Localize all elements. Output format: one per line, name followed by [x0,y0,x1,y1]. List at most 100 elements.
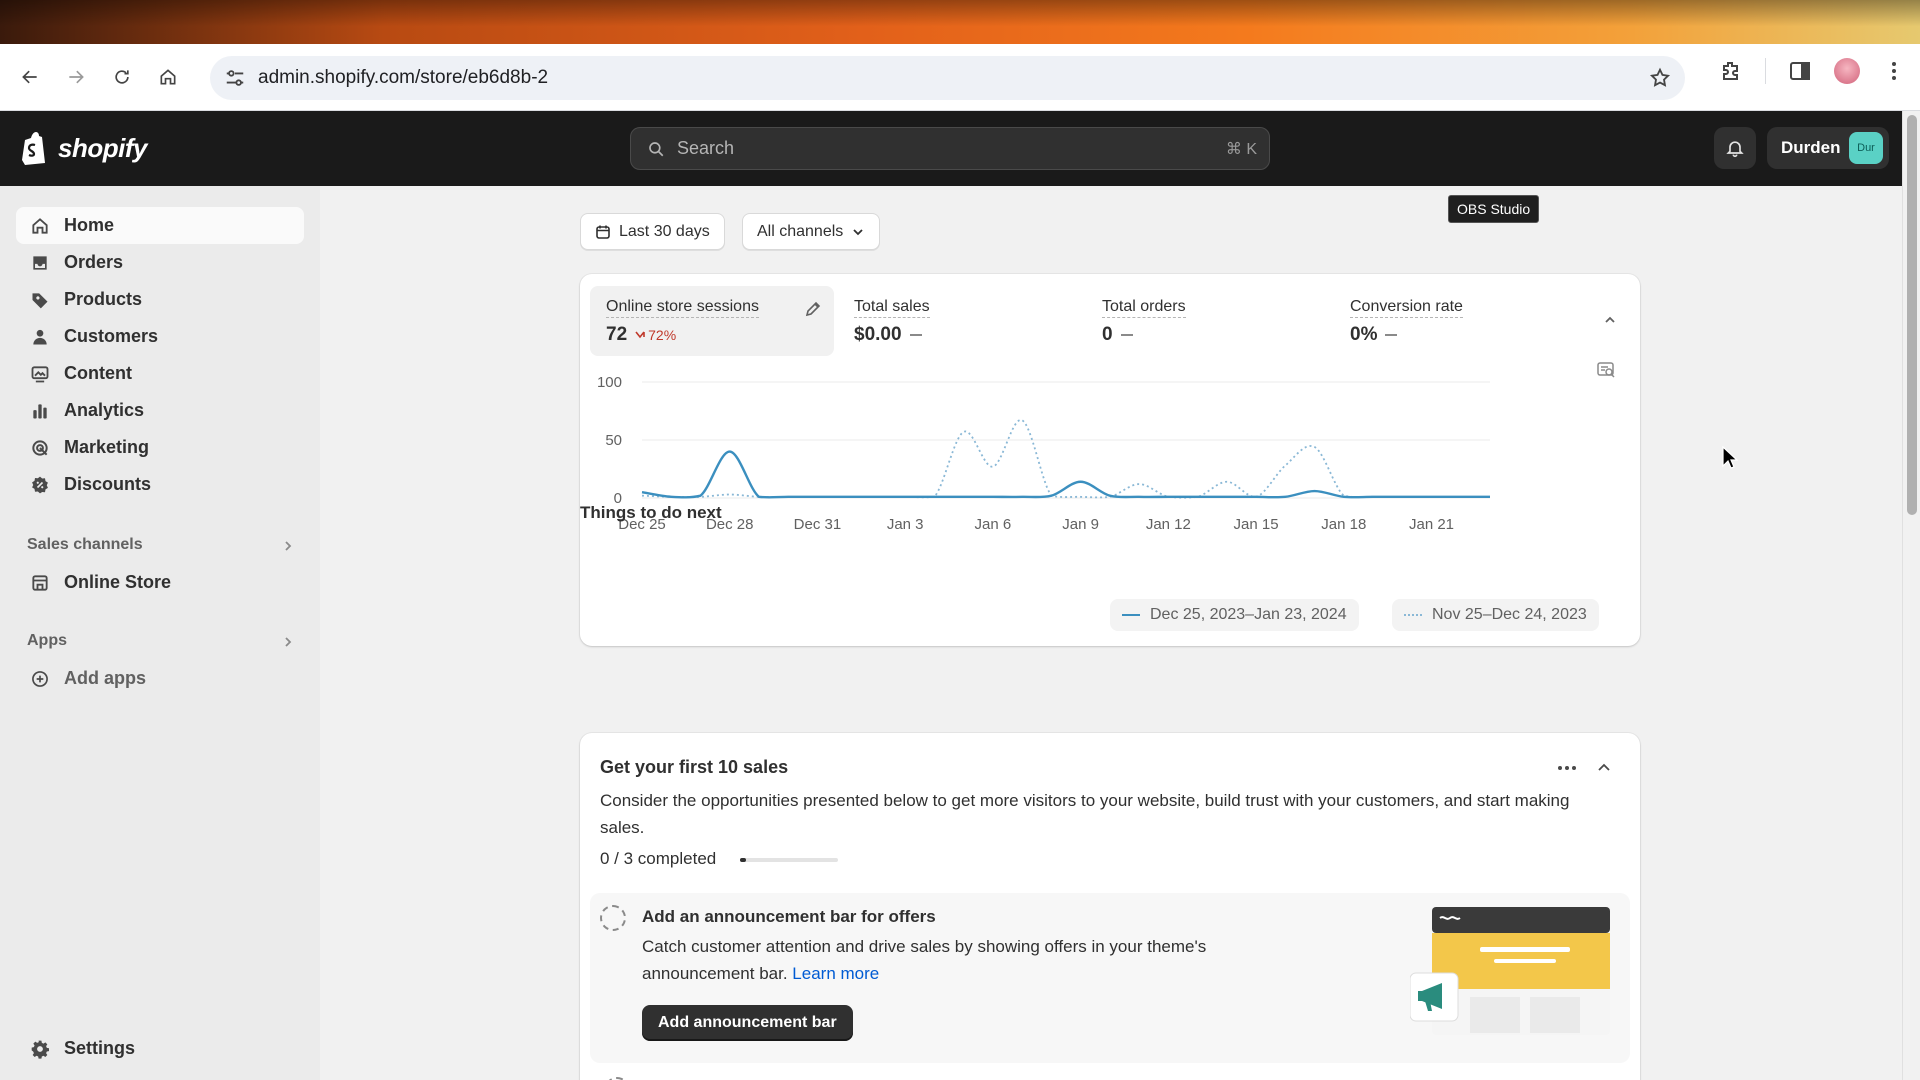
series-current-line [641,450,1490,499]
profile-avatar[interactable] [1834,58,1860,84]
plus-circle-icon [32,670,48,687]
sidebar-item-label: Products [64,289,143,309]
address-bar[interactable]: admin.shopify.com/store/eb6d8b-2 [210,56,1685,100]
sidebar-item-orders[interactable]: Orders [16,244,304,281]
x-tick-label: Jan 18 [1321,516,1366,533]
user-menu-button[interactable]: Durden Dur [1767,127,1889,169]
legend-label: Dec 25, 2023–Jan 23, 2024 [1150,606,1347,623]
trend-down-icon [635,331,645,339]
bar-chart-icon [33,403,47,418]
things-to-do-heading: Things to do next [580,503,722,522]
user-name: Durden [1781,138,1841,157]
kebab-menu-icon[interactable] [1882,59,1906,83]
add-announcement-bar-button[interactable]: Add announcement bar [642,1005,853,1041]
user-avatar: Dur [1849,132,1883,164]
forward-button[interactable] [58,59,94,95]
metric-value: 0% [1350,324,1378,345]
more-horizontal-icon[interactable] [1556,759,1578,777]
sidebar-item-settings[interactable]: Settings [16,1030,304,1067]
chevron-right-icon[interactable] [282,636,294,648]
home-button[interactable] [150,59,186,95]
x-tick-label: Jan 3 [887,516,924,533]
x-tick-label: Jan 9 [1062,516,1099,533]
chevron-up-icon[interactable] [1602,312,1618,328]
sidebar-item-products[interactable]: Products [16,281,304,318]
metric-online-store-sessions[interactable]: Online store sessions 72 72% [590,286,834,356]
task-desc-text: Catch customer attention and drive sales… [642,937,1207,983]
tag-icon [32,292,48,308]
sidebar-item-label: Marketing [64,437,150,457]
legend-previous-period[interactable]: Nov 25–Dec 24, 2023 [1392,599,1599,631]
announcement-illustration [1410,907,1610,1035]
task-status-circle[interactable] [600,905,626,931]
sidebar-item-label: Orders [64,252,124,272]
x-tick-label: Jan 15 [1234,516,1279,533]
metric-value: $0.00 [854,324,902,345]
bookmark-star-icon[interactable] [1649,67,1671,89]
url-text[interactable]: admin.shopify.com/store/eb6d8b-2 [258,67,548,89]
reload-button[interactable] [104,59,140,95]
channels-dropdown[interactable]: All channels [742,213,881,250]
progress-fill [740,858,746,862]
sidebar-item-customers[interactable]: Customers [16,318,304,355]
admin-sidebar: Home Orders Products Customers Content A… [0,186,320,1080]
notifications-button[interactable] [1714,127,1756,169]
y-tick-label: 50 [605,432,622,449]
extensions-puzzle-icon[interactable] [1719,59,1743,83]
date-range-button[interactable]: Last 30 days [580,213,725,250]
edit-pencil-icon[interactable] [804,300,822,318]
search-placeholder: Search [677,138,735,158]
task-title: Add an announcement bar for offers [642,907,936,926]
toolbar-divider [1765,58,1766,84]
gear-icon [31,1040,49,1059]
task-description: Catch customer attention and drive sales… [642,933,1262,987]
chevron-right-icon[interactable] [282,540,294,552]
browser-actions [1719,58,1906,84]
legend-label: Nov 25–Dec 24, 2023 [1432,606,1587,623]
no-change-dash [909,334,922,336]
back-button[interactable] [12,59,48,95]
site-settings-icon[interactable] [224,67,246,89]
reload-icon [115,70,129,84]
metric-conversion-rate[interactable]: Conversion rate 0% [1334,286,1574,356]
chevron-up-icon[interactable] [1596,759,1612,777]
page-scrollbar[interactable] [1902,111,1920,1080]
sessions-card: Online store sessions 72 72% Total sales… [580,274,1640,646]
sidebar-item-add-apps[interactable]: Add apps [16,660,304,697]
desktop-wallpaper [0,0,1920,44]
sidebar-item-label: Add apps [64,668,147,688]
arrow-left-icon [22,70,37,84]
search-input[interactable]: Search ⌘ K [630,127,1270,170]
bell-icon [1726,141,1744,158]
metric-label: Online store sessions [606,298,759,318]
scrollbar-thumb[interactable] [1907,115,1917,515]
sales-channels-heading[interactable]: Sales channels [27,536,143,554]
legend-dotted-swatch [1404,614,1422,616]
metric-total-sales[interactable]: Total sales $0.00 [838,286,1078,356]
image-icon [31,365,49,382]
sidebar-item-discounts[interactable]: Discounts [16,466,304,503]
x-tick-label: Jan 21 [1409,516,1454,533]
series-previous-line [641,419,1490,499]
shopping-bag-icon [22,132,45,165]
calendar-icon [596,225,610,239]
sidebar-item-home[interactable]: Home [16,207,304,244]
sidebar-item-label: Settings [64,1038,136,1058]
sidebar-item-content[interactable]: Content [16,355,304,392]
side-panel-icon[interactable] [1788,59,1812,83]
sidebar-item-label: Analytics [64,400,145,420]
shopify-logo[interactable]: shopify [20,131,147,165]
sidebar-item-online-store[interactable]: Online Store [16,564,304,601]
home-icon [32,217,48,234]
apps-heading[interactable]: Apps [27,632,67,650]
search-shortcut: ⌘ K [1225,141,1257,158]
learn-more-link[interactable]: Learn more [792,964,879,983]
sidebar-item-marketing[interactable]: Marketing [16,429,304,466]
target-icon [32,439,48,456]
metric-change: 72% [635,327,676,343]
sidebar-item-analytics[interactable]: Analytics [16,392,304,429]
legend-current-period[interactable]: Dec 25, 2023–Jan 23, 2024 [1110,599,1359,631]
sidebar-item-label: Content [64,363,132,383]
first-sales-card: Get your first 10 sales Consider the opp… [580,733,1640,1080]
metric-total-orders[interactable]: Total orders 0 [1086,286,1326,356]
